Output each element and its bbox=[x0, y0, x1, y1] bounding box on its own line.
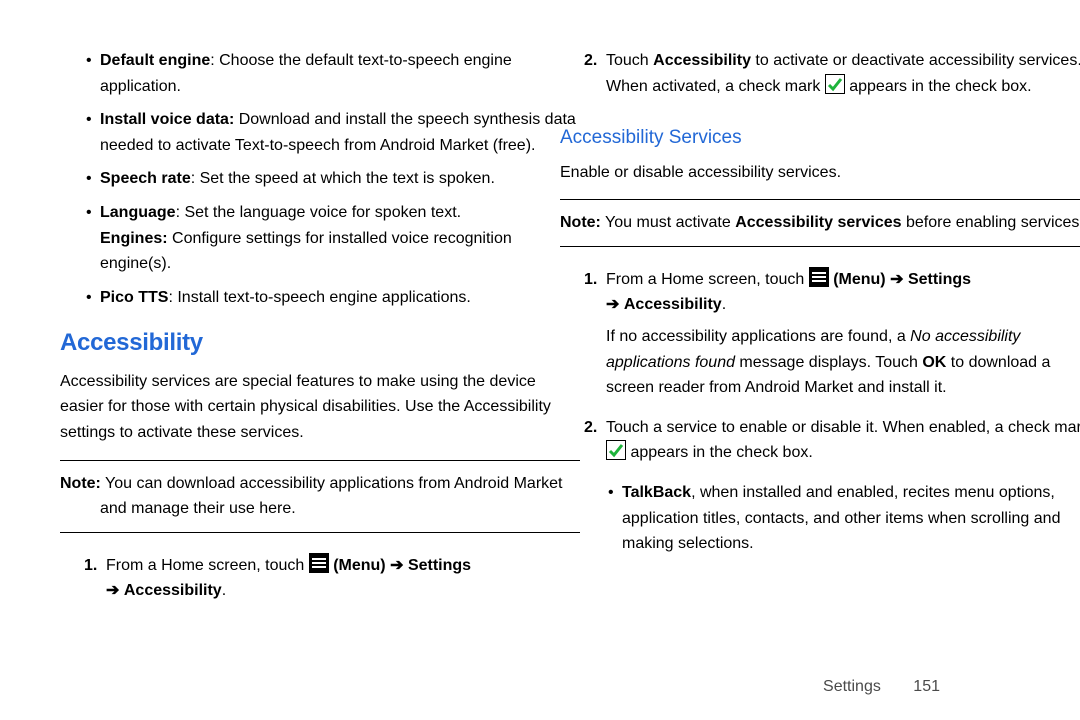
settings-label: Settings bbox=[408, 557, 471, 574]
step-number: 1. bbox=[584, 267, 597, 293]
menu-icon bbox=[809, 267, 829, 287]
label: Language bbox=[100, 204, 176, 221]
text-a: From a Home screen, touch bbox=[106, 557, 309, 574]
note-label: Note: bbox=[60, 475, 101, 492]
label: Pico TTS bbox=[100, 289, 168, 306]
steps-right: 1. From a Home screen, touch (Menu) ➔ Se… bbox=[584, 267, 1080, 466]
text: : Install text-to-speech engine applicat… bbox=[168, 289, 470, 306]
text-a: Touch a service to enable or disable it.… bbox=[606, 419, 1080, 436]
note-c: before enabling services. bbox=[902, 214, 1080, 231]
arrow: ➔ bbox=[390, 557, 403, 574]
check-icon bbox=[825, 74, 845, 94]
arrow2: ➔ bbox=[606, 296, 619, 313]
step-number: 2. bbox=[584, 48, 597, 74]
heading-accessibility: Accessibility bbox=[60, 324, 580, 362]
page-footer: Settings 151 bbox=[823, 678, 940, 696]
label: Speech rate bbox=[100, 170, 191, 187]
text: : Set the language voice for spoken text… bbox=[176, 204, 462, 221]
period: . bbox=[222, 582, 226, 599]
menu-icon bbox=[309, 553, 329, 573]
accessibility-label: Accessibility bbox=[624, 296, 722, 313]
p2a: If no accessibility applications are fou… bbox=[606, 328, 910, 345]
period: . bbox=[722, 296, 726, 313]
text-b: Accessibility bbox=[653, 52, 751, 69]
step-number: 2. bbox=[584, 415, 597, 441]
step-2-right-top: 2. Touch Accessibility to activate or de… bbox=[584, 48, 1080, 99]
label: Install voice data: bbox=[100, 111, 234, 128]
note-a: You must activate bbox=[601, 214, 735, 231]
bullet-pico-tts: Pico TTS: Install text-to-speech engine … bbox=[86, 285, 580, 311]
note-b: Accessibility services bbox=[735, 214, 901, 231]
p2c: message displays. Touch bbox=[735, 354, 922, 371]
note-label: Note: bbox=[560, 214, 601, 231]
text-a: From a Home screen, touch bbox=[606, 271, 809, 288]
left-column: Default engine: Choose the default text-… bbox=[60, 48, 580, 618]
menu-label: (Menu) bbox=[833, 271, 890, 288]
step-2-right: 2. Touch a service to enable or disable … bbox=[584, 415, 1080, 466]
note-block-left: Note: You can download accessibility app… bbox=[60, 460, 580, 533]
label: Engines: bbox=[100, 230, 168, 247]
arrow: ➔ bbox=[890, 271, 903, 288]
label: TalkBack bbox=[622, 484, 691, 501]
bullet-talkback: TalkBack, when installed and enabled, re… bbox=[608, 480, 1080, 557]
footer-page-number: 151 bbox=[913, 678, 940, 695]
step-1-left: 1. From a Home screen, touch (Menu) ➔ Se… bbox=[84, 553, 580, 604]
bullet-language: Language: Set the language voice for spo… bbox=[86, 200, 580, 277]
text-a: Touch bbox=[606, 52, 653, 69]
text-d: appears in the check box. bbox=[849, 78, 1031, 95]
text-b: appears in the check box. bbox=[630, 444, 812, 461]
settings-label: Settings bbox=[908, 271, 971, 288]
label: Default engine bbox=[100, 52, 210, 69]
manual-page: Default engine: Choose the default text-… bbox=[0, 0, 1080, 720]
check-icon bbox=[606, 440, 626, 460]
accessibility-label: Accessibility bbox=[124, 582, 222, 599]
bullet-default-engine: Default engine: Choose the default text-… bbox=[86, 48, 580, 99]
arrow2: ➔ bbox=[106, 582, 119, 599]
p2d: OK bbox=[922, 354, 946, 371]
menu-label: (Menu) bbox=[333, 557, 390, 574]
bullet-speech-rate: Speech rate: Set the speed at which the … bbox=[86, 166, 580, 192]
steps-left: 1. From a Home screen, touch (Menu) ➔ Se… bbox=[84, 553, 580, 604]
right-column: 2. Touch Accessibility to activate or de… bbox=[560, 48, 1080, 565]
engines-line: Engines: Configure settings for installe… bbox=[100, 226, 580, 277]
subhead-accessibility-services: Accessibility Services bbox=[560, 123, 1080, 153]
steps-right-top: 2. Touch Accessibility to activate or de… bbox=[584, 48, 1080, 99]
text: : Set the speed at which the text is spo… bbox=[191, 170, 495, 187]
step-number: 1. bbox=[84, 553, 97, 579]
note-text: You can download accessibility applicati… bbox=[100, 475, 562, 518]
tts-options-list: Default engine: Choose the default text-… bbox=[86, 48, 580, 310]
talkback-bullet-list: TalkBack, when installed and enabled, re… bbox=[608, 480, 1080, 557]
accessibility-intro: Accessibility services are special featu… bbox=[60, 369, 580, 446]
footer-section: Settings bbox=[823, 678, 881, 695]
services-intro: Enable or disable accessibility services… bbox=[560, 160, 1080, 186]
step-1-right: 1. From a Home screen, touch (Menu) ➔ Se… bbox=[584, 267, 1080, 401]
bullet-install-voice-data: Install voice data: Download and install… bbox=[86, 107, 580, 158]
note-block-right: Note: You must activate Accessibility se… bbox=[560, 199, 1080, 247]
